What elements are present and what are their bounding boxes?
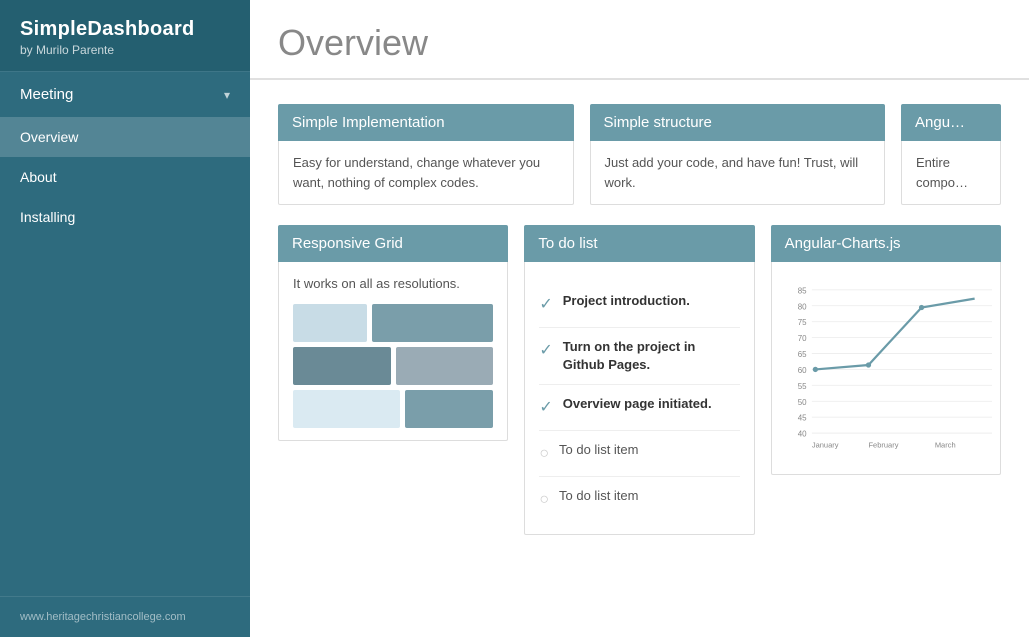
grid-cell (396, 347, 494, 385)
svg-text:45: 45 (797, 414, 806, 423)
line-chart: 85 80 75 70 65 60 55 50 45 40 (780, 270, 992, 460)
todo-text: Overview page initiated. (563, 395, 712, 413)
svg-text:80: 80 (797, 302, 806, 311)
grid-cell (372, 304, 493, 342)
todo-item-2: ✓ Overview page initiated. (539, 385, 739, 431)
check-icon-empty: ○ (539, 488, 549, 512)
sidebar-item-installing[interactable]: Installing (0, 197, 250, 237)
card-header-angular-charts: Angular-Charts.js (771, 225, 1001, 262)
grid-cell (293, 390, 400, 428)
chevron-down-icon: ▾ (224, 88, 230, 102)
card-angularjs: Angu… Entire compo… (901, 104, 1001, 205)
grid-cell (293, 347, 391, 385)
app-subtitle: by Murilo Parente (20, 43, 230, 57)
card-header-todo-list: To do list (524, 225, 754, 262)
card-body-simple-implementation: Easy for understand, change whatever you… (278, 141, 574, 205)
check-icon-empty: ○ (539, 442, 549, 466)
card-responsive-grid: Responsive Grid It works on all as resol… (278, 225, 508, 535)
svg-text:January: January (812, 440, 839, 449)
sidebar-item-about[interactable]: About (0, 157, 250, 197)
todo-item-4: ○ To do list item (539, 477, 739, 522)
sidebar-group-meeting[interactable]: Meeting ▾ (0, 71, 250, 117)
svg-text:60: 60 (797, 366, 806, 375)
card-body-angular-charts: 85 80 75 70 65 60 55 50 45 40 (771, 262, 1001, 475)
card-body-responsive-grid: It works on all as resolutions. (278, 262, 508, 441)
svg-text:50: 50 (797, 398, 806, 407)
svg-text:70: 70 (797, 334, 806, 343)
card-header-simple-structure: Simple structure (590, 104, 886, 141)
card-body-angularjs: Entire compo… (901, 141, 1001, 205)
page-header: Overview (250, 0, 1029, 80)
content-area: Simple Implementation Easy for understan… (250, 80, 1029, 637)
grid-cell (293, 304, 367, 342)
check-icon: ✓ (539, 339, 552, 363)
card-simple-implementation: Simple Implementation Easy for understan… (278, 104, 574, 205)
grid-cell (405, 390, 493, 428)
todo-text: To do list item (559, 487, 638, 505)
todo-list: ✓ Project introduction. ✓ Turn on the pr… (539, 282, 739, 522)
sidebar-item-overview[interactable]: Overview (0, 117, 250, 157)
svg-text:March: March (934, 440, 955, 449)
card-row-1: Simple Implementation Easy for understan… (278, 104, 1001, 205)
card-header-simple-implementation: Simple Implementation (278, 104, 574, 141)
sidebar-group-label: Meeting (20, 86, 73, 103)
app-title: SimpleDashboard (20, 18, 230, 41)
check-icon: ✓ (539, 293, 552, 317)
sidebar-footer: www.heritagechristiancollege.com (0, 596, 250, 637)
todo-text: To do list item (559, 441, 638, 459)
todo-item-1: ✓ Turn on the project in Github Pages. (539, 328, 739, 385)
todo-item-0: ✓ Project introduction. (539, 282, 739, 328)
card-header-angularjs: Angu… (901, 104, 1001, 141)
todo-text: Turn on the project in Github Pages. (563, 338, 740, 374)
sidebar-header: SimpleDashboard by Murilo Parente (0, 0, 250, 71)
sidebar-nav: Meeting ▾ Overview About Installing (0, 71, 250, 596)
svg-text:65: 65 (797, 350, 806, 359)
svg-text:75: 75 (797, 318, 806, 327)
todo-item-3: ○ To do list item (539, 431, 739, 477)
check-icon: ✓ (539, 396, 552, 420)
grid-row-3 (293, 390, 493, 428)
card-header-responsive-grid: Responsive Grid (278, 225, 508, 262)
page-title: Overview (278, 22, 1001, 64)
card-todo-list: To do list ✓ Project introduction. ✓ Tur… (524, 225, 754, 535)
card-row-2: Responsive Grid It works on all as resol… (278, 225, 1001, 535)
todo-text: Project introduction. (563, 292, 690, 310)
grid-visual (293, 304, 493, 428)
main-content: Overview Simple Implementation Easy for … (250, 0, 1029, 637)
card-angular-charts: Angular-Charts.js 85 80 75 70 65 60 55 5… (771, 225, 1001, 535)
svg-text:55: 55 (797, 382, 806, 391)
svg-text:February: February (868, 440, 898, 449)
card-simple-structure: Simple structure Just add your code, and… (590, 104, 886, 205)
sidebar: SimpleDashboard by Murilo Parente Meetin… (0, 0, 250, 637)
card-body-simple-structure: Just add your code, and have fun! Trust,… (590, 141, 886, 205)
svg-text:40: 40 (797, 430, 806, 439)
svg-text:85: 85 (797, 286, 806, 295)
card-body-todo-list: ✓ Project introduction. ✓ Turn on the pr… (524, 262, 754, 535)
grid-row-2 (293, 347, 493, 385)
grid-row-1 (293, 304, 493, 342)
